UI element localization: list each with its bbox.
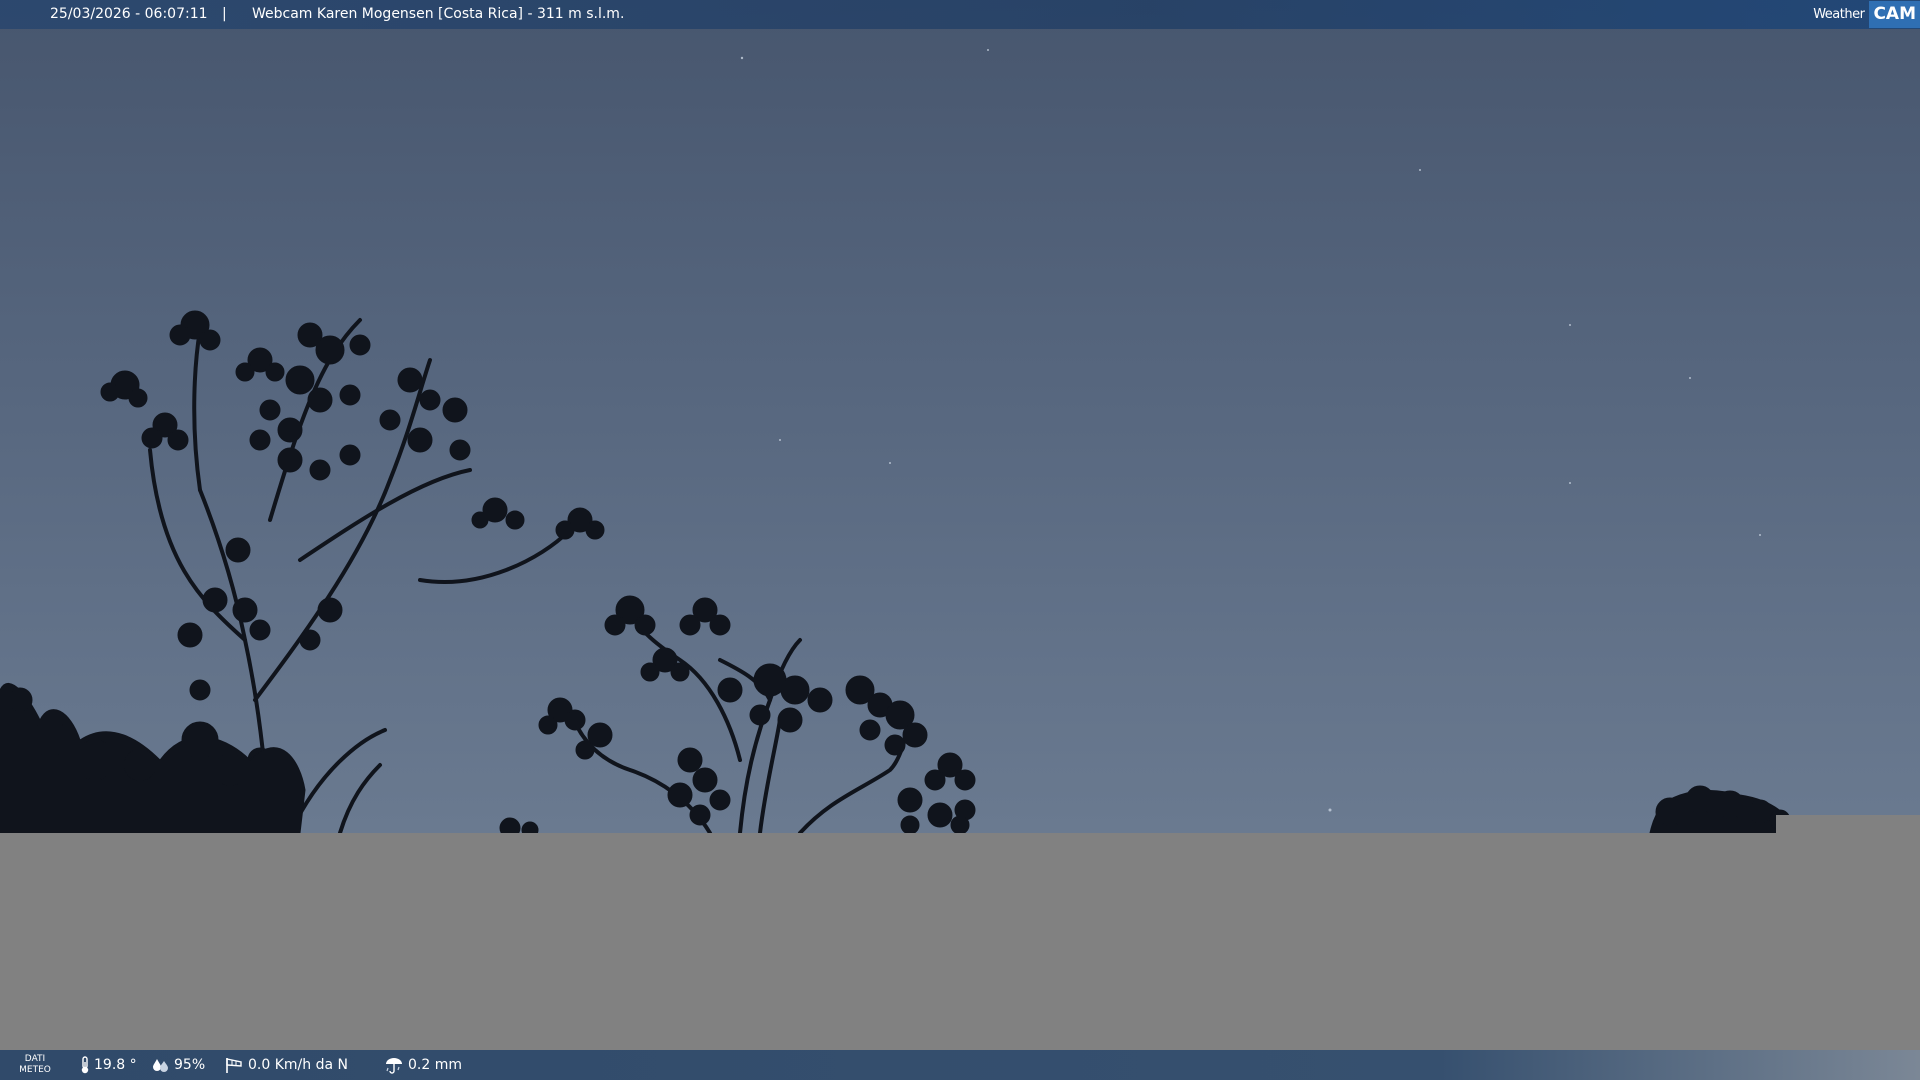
temperature-readout: 19.8 ° <box>80 1050 137 1080</box>
top-info-bar: 25/03/2026 - 06:07:11 | Webcam Karen Mog… <box>0 0 1920 29</box>
temperature-value: 19.8 ° <box>94 1057 137 1073</box>
logo-weather-text: Weather <box>1813 7 1865 22</box>
thermometer-icon <box>81 1056 89 1074</box>
humidity-value: 95% <box>174 1057 206 1073</box>
webcam-title: Webcam Karen Mogensen [Costa Rica] - 311… <box>252 6 625 22</box>
wind-sock-icon <box>226 1058 242 1073</box>
rain-value: 0.2 mm <box>408 1057 462 1073</box>
wind-value: 0.0 Km/h da N <box>248 1057 348 1073</box>
timestamp: 25/03/2026 - 06:07:11 <box>50 6 208 22</box>
meteo-label: DATI METEO <box>16 1054 54 1076</box>
logo-cam-text: CAM <box>1869 1 1920 28</box>
meteo-label-line1: DATI <box>24 1054 46 1064</box>
tree-silhouettes <box>0 49 1791 833</box>
humidity-drops-icon <box>153 1059 168 1072</box>
meteo-label-line2: METEO <box>19 1065 51 1075</box>
gray-panel <box>0 833 1920 1050</box>
rain-gauge-icon <box>386 1058 402 1074</box>
humidity-readout: 95% <box>152 1050 205 1080</box>
header-separator: | <box>222 6 227 22</box>
webcam-image <box>0 0 1920 833</box>
wind-readout: 0.0 Km/h da N <box>224 1050 348 1080</box>
gray-panel-step <box>1776 815 1920 835</box>
weather-data-bar: DATI METEO 19.8 ° 95% 0.0 Km/h da N 0.2 … <box>0 1050 1920 1080</box>
weathercam-logo[interactable]: Weather CAM <box>1813 0 1920 29</box>
rain-readout: 0.2 mm <box>384 1050 462 1080</box>
